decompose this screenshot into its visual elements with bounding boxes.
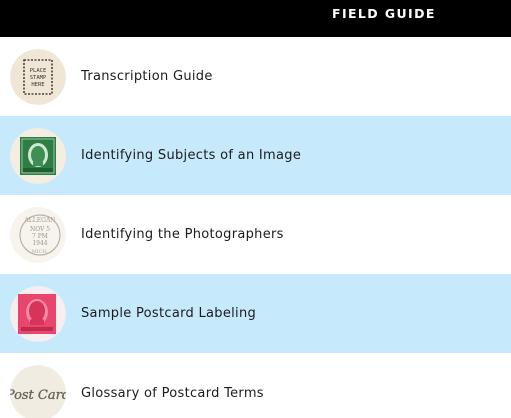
svg-text:NOV 5: NOV 5 [30, 226, 50, 233]
list-item-glossary[interactable]: Post Card Glossary of Postcard Terms [0, 353, 511, 418]
list-item-label: Transcription Guide [81, 69, 213, 84]
svg-text:PLACE: PLACE [30, 68, 47, 74]
list-item-transcription-guide[interactable]: PLACE STAMP HERE Transcription Guide [0, 37, 511, 116]
svg-text:7 PM: 7 PM [32, 233, 48, 240]
page-title: FIELD GUIDE [332, 6, 436, 21]
list-item-label: Sample Postcard Labeling [81, 306, 257, 321]
red-stamp-icon [10, 286, 66, 342]
svg-text:HERE: HERE [31, 82, 44, 88]
list-item-sample-postcard-labeling[interactable]: Sample Postcard Labeling [0, 274, 511, 353]
list-item-label: Identifying Subjects of an Image [81, 148, 302, 163]
svg-text:MICH.: MICH. [32, 249, 49, 255]
postcard-script-icon: Post Card [10, 365, 66, 418]
list-item-label: Identifying the Photographers [81, 227, 284, 242]
svg-text:ALLEGAN: ALLEGAN [23, 217, 55, 224]
svg-text:STAMP: STAMP [30, 75, 47, 81]
svg-text:Post Card: Post Card [10, 388, 66, 403]
place-stamp-here-icon: PLACE STAMP HERE [10, 49, 66, 105]
field-guide-list: PLACE STAMP HERE Transcription Guide Ide… [0, 37, 511, 418]
green-stamp-icon [10, 128, 66, 184]
svg-text:1944: 1944 [32, 240, 47, 247]
list-item-label: Glossary of Postcard Terms [81, 386, 264, 401]
postmark-icon: ALLEGAN NOV 5 7 PM 1944 MICH. [10, 207, 66, 263]
list-item-identifying-subjects[interactable]: Identifying Subjects of an Image [0, 116, 511, 195]
top-header-bar: FIELD GUIDE [0, 0, 511, 37]
list-item-identifying-photographers[interactable]: ALLEGAN NOV 5 7 PM 1944 MICH. Identifyin… [0, 195, 511, 274]
